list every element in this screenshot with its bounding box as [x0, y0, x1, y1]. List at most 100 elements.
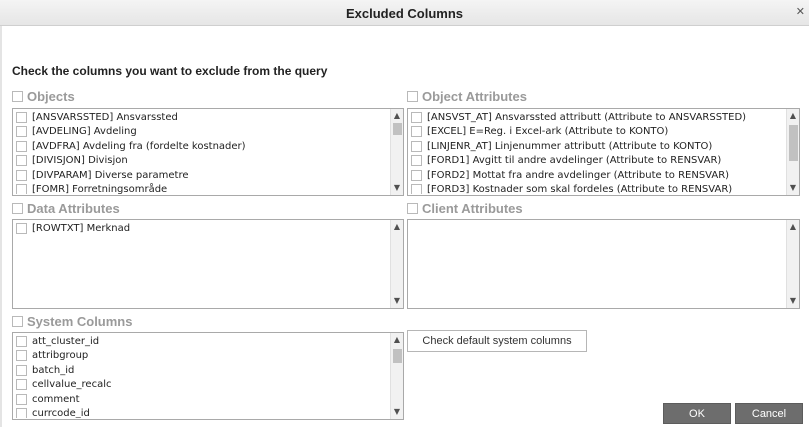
- ok-button[interactable]: OK: [663, 403, 731, 424]
- item-label: [ROWTXT] Merknad: [32, 222, 131, 234]
- item-label: [DIVISJON] Divisjon: [32, 155, 128, 167]
- scroll-down-icon[interactable]: ▼: [787, 295, 799, 307]
- item-checkbox[interactable]: [16, 222, 27, 234]
- item-label: [FORD1] Avgitt til andre avdelinger (Att…: [427, 155, 722, 167]
- object-attributes-select-all-checkbox[interactable]: [407, 90, 418, 102]
- scroll-up-icon[interactable]: ▲: [391, 334, 403, 346]
- list-item[interactable]: [AVDFRA] Avdeling fra (fordelte kostnade…: [14, 139, 389, 154]
- scroll-up-icon[interactable]: ▲: [391, 221, 403, 233]
- item-label: [AVDELING] Avdeling: [32, 126, 137, 138]
- object-attributes-list[interactable]: [ANSVST_AT] Ansvarssted attributt (Attri…: [407, 108, 800, 196]
- list-item[interactable]: [ROWTXT] Merknad: [14, 221, 389, 236]
- scroll-down-icon[interactable]: ▼: [391, 182, 403, 194]
- scroll-thumb[interactable]: [393, 123, 402, 135]
- item-label: [ANSVST_AT] Ansvarssted attributt (Attri…: [427, 111, 747, 123]
- list-item[interactable]: [FORD3] Kostnader som skal fordeles (Att…: [409, 183, 785, 194]
- item-label: currcode_id: [32, 408, 90, 418]
- system-columns-title: System Columns: [27, 313, 133, 329]
- data-attributes-scrollbar[interactable]: ▲ ▼: [390, 220, 403, 308]
- item-checkbox[interactable]: [16, 379, 27, 391]
- list-item[interactable]: comment: [14, 392, 389, 407]
- item-checkbox[interactable]: [411, 169, 422, 181]
- system-columns-header: System Columns: [12, 313, 132, 329]
- item-label: [FORD2] Mottat fra andre avdelinger (Att…: [427, 169, 730, 181]
- object-attributes-title: Object Attributes: [422, 88, 527, 104]
- dialog-title: Excluded Columns: [345, 6, 464, 21]
- objects-items: [ANSVARSSTED] Ansvarssted [AVDELING] Avde…: [14, 110, 389, 194]
- client-attributes-list[interactable]: ▲ ▼: [407, 219, 800, 309]
- data-attributes-list[interactable]: [ROWTXT] Merknad ▲ ▼: [12, 219, 404, 309]
- list-item[interactable]: [FOMR] Forretningsområde: [14, 183, 389, 194]
- object-attributes-scrollbar[interactable]: ▲ ▼: [786, 109, 799, 195]
- list-item[interactable]: [DIVISJON] Divisjon: [14, 154, 389, 169]
- list-item[interactable]: [AVDELING] Avdeling: [14, 125, 389, 140]
- item-checkbox[interactable]: [16, 350, 27, 362]
- list-item[interactable]: [LINJENR_AT] Linjenummer attributt (Attr…: [409, 139, 785, 154]
- item-label: batch_id: [32, 364, 75, 376]
- scroll-down-icon[interactable]: ▼: [391, 295, 403, 307]
- item-checkbox[interactable]: [16, 393, 27, 405]
- item-label: [LINJENR_AT] Linjenummer attributt (Attr…: [427, 140, 713, 152]
- list-item[interactable]: att_cluster_id: [14, 334, 389, 349]
- objects-title: Objects: [27, 88, 75, 104]
- item-checkbox[interactable]: [411, 155, 422, 167]
- item-checkbox[interactable]: [16, 169, 27, 181]
- data-attributes-select-all-checkbox[interactable]: [12, 202, 23, 214]
- object-attributes-header: Object Attributes: [407, 88, 527, 104]
- scroll-up-icon[interactable]: ▲: [787, 221, 799, 233]
- data-attributes-items: [ROWTXT] Merknad: [14, 221, 389, 307]
- item-checkbox[interactable]: [411, 111, 422, 123]
- item-checkbox[interactable]: [16, 126, 27, 138]
- item-checkbox[interactable]: [411, 140, 422, 152]
- item-checkbox[interactable]: [16, 364, 27, 376]
- item-checkbox[interactable]: [16, 184, 27, 194]
- client-attributes-scrollbar[interactable]: ▲ ▼: [786, 220, 799, 308]
- close-icon[interactable]: ✕: [796, 5, 805, 18]
- objects-select-all-checkbox[interactable]: [12, 90, 23, 102]
- scroll-up-icon[interactable]: ▲: [787, 110, 799, 122]
- item-checkbox[interactable]: [411, 126, 422, 138]
- list-item[interactable]: [ANSVARSSTED] Ansvarssted: [14, 110, 389, 125]
- item-label: [EXCEL] E=Reg. i Excel-ark (Attribute to…: [427, 126, 669, 138]
- system-columns-select-all-checkbox[interactable]: [12, 315, 23, 327]
- item-label: attribgroup: [32, 350, 89, 362]
- list-item[interactable]: batch_id: [14, 363, 389, 378]
- client-attributes-items: [409, 221, 785, 307]
- list-item[interactable]: currcode_id: [14, 407, 389, 418]
- item-checkbox[interactable]: [16, 335, 27, 347]
- dialog-titlebar: Excluded Columns ✕: [0, 0, 809, 26]
- list-item[interactable]: cellvalue_recalc: [14, 378, 389, 393]
- item-checkbox[interactable]: [16, 140, 27, 152]
- item-checkbox[interactable]: [16, 408, 27, 418]
- objects-scrollbar[interactable]: ▲ ▼: [390, 109, 403, 195]
- scroll-thumb[interactable]: [393, 349, 402, 363]
- list-item[interactable]: attribgroup: [14, 349, 389, 364]
- item-checkbox[interactable]: [16, 155, 27, 167]
- system-columns-scrollbar[interactable]: ▲ ▼: [390, 333, 403, 419]
- item-label: cellvalue_recalc: [32, 379, 112, 391]
- scroll-thumb[interactable]: [789, 125, 798, 161]
- scroll-up-icon[interactable]: ▲: [391, 110, 403, 122]
- item-label: comment: [32, 393, 80, 405]
- client-attributes-select-all-checkbox[interactable]: [407, 202, 418, 214]
- list-item[interactable]: [ANSVST_AT] Ansvarssted attributt (Attri…: [409, 110, 785, 125]
- objects-list[interactable]: [ANSVARSSTED] Ansvarssted [AVDELING] Avde…: [12, 108, 404, 196]
- item-label: [ANSVARSSTED] Ansvarssted: [32, 111, 178, 123]
- list-item[interactable]: [FORD1] Avgitt til andre avdelinger (Att…: [409, 154, 785, 169]
- cancel-button[interactable]: Cancel: [735, 403, 803, 424]
- check-default-system-columns-button[interactable]: Check default system columns: [407, 330, 587, 352]
- item-label: [FORD3] Kostnader som skal fordeles (Att…: [427, 184, 733, 194]
- list-item[interactable]: [DIVPARAM] Diverse parametre: [14, 168, 389, 183]
- item-checkbox[interactable]: [16, 111, 27, 123]
- item-label: [AVDFRA] Avdeling fra (fordelte kostnade…: [32, 140, 246, 152]
- list-item[interactable]: [FORD2] Mottat fra andre avdelinger (Att…: [409, 168, 785, 183]
- item-checkbox[interactable]: [411, 184, 422, 194]
- scroll-down-icon[interactable]: ▼: [391, 406, 403, 418]
- scroll-down-icon[interactable]: ▼: [787, 182, 799, 194]
- system-columns-list[interactable]: att_cluster_id attribgroup batch_idcellval…: [12, 332, 404, 420]
- list-item[interactable]: [EXCEL] E=Reg. i Excel-ark (Attribute to…: [409, 125, 785, 140]
- data-attributes-title: Data Attributes: [27, 200, 120, 216]
- data-attributes-header: Data Attributes: [12, 200, 120, 216]
- object-attributes-items: [ANSVST_AT] Ansvarssted attributt (Attri…: [409, 110, 785, 194]
- system-columns-items: att_cluster_id attribgroup batch_idcellval…: [14, 334, 389, 418]
